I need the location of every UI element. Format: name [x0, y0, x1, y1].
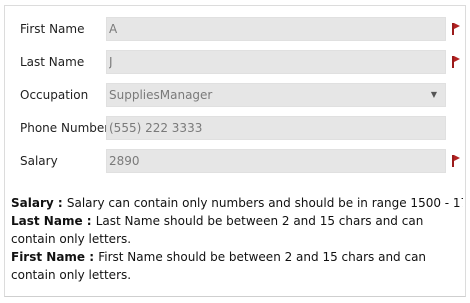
- error-separator: :: [53, 196, 67, 210]
- validation-summary: Salary : Salary can contain only numbers…: [11, 194, 463, 284]
- error-field-name: Salary: [11, 196, 54, 210]
- phone-number-input[interactable]: [109, 117, 445, 139]
- salary-input[interactable]: [109, 150, 445, 172]
- occupation-row: Occupation SuppliesManager ▼: [5, 83, 465, 107]
- error-flag-icon[interactable]: [451, 154, 461, 168]
- error-separator: :: [85, 250, 99, 264]
- last-name-field[interactable]: [106, 50, 446, 74]
- error-field-name: Last Name: [11, 214, 83, 228]
- salary-label: Salary: [20, 154, 58, 168]
- error-flag-icon[interactable]: [451, 55, 461, 69]
- last-name-input[interactable]: [109, 51, 445, 73]
- validation-error-first-name: First Name : First Name should be betwee…: [11, 248, 463, 284]
- phone-number-row: Phone Number: [5, 116, 465, 140]
- occupation-select[interactable]: SuppliesManager ▼: [106, 83, 446, 107]
- salary-field[interactable]: [106, 149, 446, 173]
- last-name-label: Last Name: [20, 55, 85, 69]
- phone-number-field[interactable]: [106, 116, 446, 140]
- last-name-row: Last Name: [5, 50, 465, 74]
- occupation-selected-value: SuppliesManager: [109, 88, 213, 102]
- validation-error-salary: Salary : Salary can contain only numbers…: [11, 194, 463, 212]
- validation-error-last-name: Last Name : Last Name should be between …: [11, 212, 463, 248]
- first-name-label: First Name: [20, 22, 85, 36]
- phone-number-label: Phone Number: [20, 121, 110, 135]
- data-form-panel: First Name Last Name Occupation Supplies…: [4, 5, 466, 297]
- error-separator: :: [82, 214, 96, 228]
- error-message: Salary can contain only numbers and shou…: [66, 196, 463, 210]
- first-name-input[interactable]: [109, 18, 445, 40]
- error-flag-icon[interactable]: [451, 22, 461, 36]
- salary-row: Salary: [5, 149, 465, 173]
- error-field-name: First Name: [11, 250, 86, 264]
- first-name-field[interactable]: [106, 17, 446, 41]
- occupation-label: Occupation: [20, 88, 89, 102]
- chevron-down-icon[interactable]: ▼: [431, 84, 437, 106]
- first-name-row: First Name: [5, 17, 465, 41]
